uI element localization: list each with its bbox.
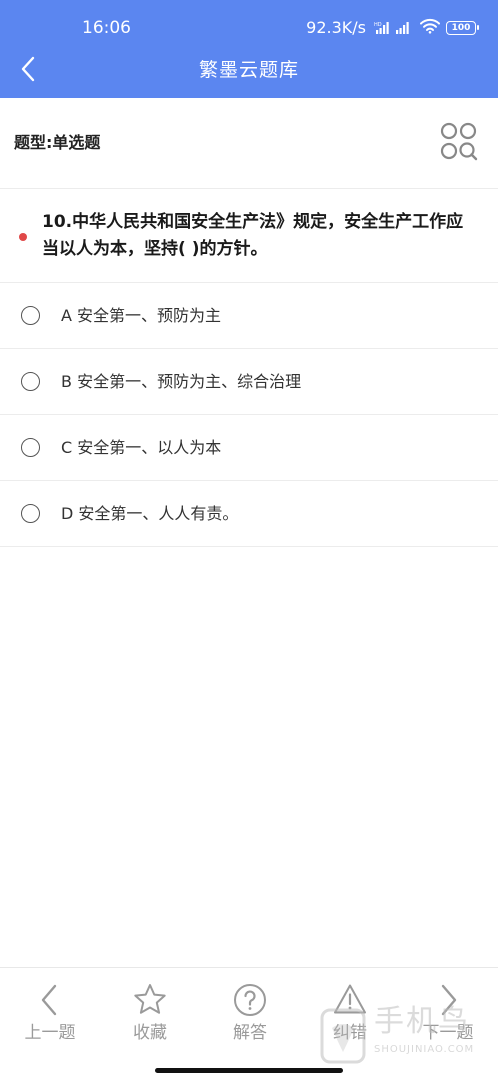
option-b[interactable]: B 安全第一、预防为主、综合治理 (0, 349, 498, 415)
option-label: B 安全第一、预防为主、综合治理 (61, 372, 302, 391)
prev-question-label: 上一题 (24, 1023, 76, 1043)
question-grid-button[interactable] (440, 122, 478, 162)
question-type-label: 题型:单选题 (14, 133, 101, 152)
page: 16:06 92.3K/s HD 100 繁墨云题库 题型:单选题 10.中华人… (0, 0, 498, 1080)
radio-icon[interactable] (21, 438, 40, 457)
grid-search-icon (440, 122, 478, 161)
favorite-button[interactable]: 收藏 (100, 982, 200, 1052)
network-speed: 92.3K/s (306, 18, 366, 37)
answer-button[interactable]: 解答 (200, 982, 300, 1052)
option-a[interactable]: A 安全第一、预防为主 (0, 283, 498, 349)
wifi-icon (420, 18, 440, 38)
option-label: A 安全第一、预防为主 (61, 306, 222, 325)
warning-icon (334, 984, 366, 1014)
svg-text:HD: HD (374, 22, 382, 28)
status-time: 16:06 (82, 18, 131, 38)
question-type-row: 题型:单选题 (0, 98, 498, 189)
question-text: 10.中华人民共和国安全生产法》规定，安全生产工作应当以人为本，坚持( )的方针… (42, 212, 464, 259)
prev-question-button[interactable]: 上一题 (0, 982, 100, 1052)
chevron-right-icon (441, 984, 457, 1016)
report-error-label: 纠错 (333, 1023, 367, 1043)
question-circle-icon (234, 984, 266, 1016)
chevron-left-icon (41, 984, 57, 1016)
bottom-toolbar: 上一题 收藏 解答 纠错 下一题 (0, 967, 498, 1080)
answer-label: 解答 (233, 1023, 267, 1043)
option-label: C 安全第一、以人为本 (61, 438, 222, 457)
option-label: D 安全第一、人人有责。 (61, 504, 239, 523)
question-marker (19, 233, 27, 241)
page-title: 繁墨云题库 (198, 59, 299, 81)
radio-icon[interactable] (21, 372, 40, 391)
option-d[interactable]: D 安全第一、人人有责。 (0, 481, 498, 547)
report-error-button[interactable]: 纠错 (300, 982, 400, 1052)
next-question-label: 下一题 (422, 1023, 474, 1043)
battery-icon: 100 (446, 21, 479, 35)
home-indicator[interactable] (155, 1068, 343, 1073)
question-block: 10.中华人民共和国安全生产法》规定，安全生产工作应当以人为本，坚持( )的方针… (0, 189, 498, 283)
status-indicators: 92.3K/s HD 100 (306, 17, 479, 39)
radio-icon[interactable] (21, 504, 40, 523)
favorite-label: 收藏 (133, 1023, 167, 1043)
signal-icon: HD (374, 19, 414, 38)
header: 16:06 92.3K/s HD 100 繁墨云题库 (0, 0, 498, 98)
next-question-button[interactable]: 下一题 (398, 982, 498, 1052)
radio-icon[interactable] (21, 306, 40, 325)
star-icon (134, 984, 166, 1014)
option-c[interactable]: C 安全第一、以人为本 (0, 415, 498, 481)
